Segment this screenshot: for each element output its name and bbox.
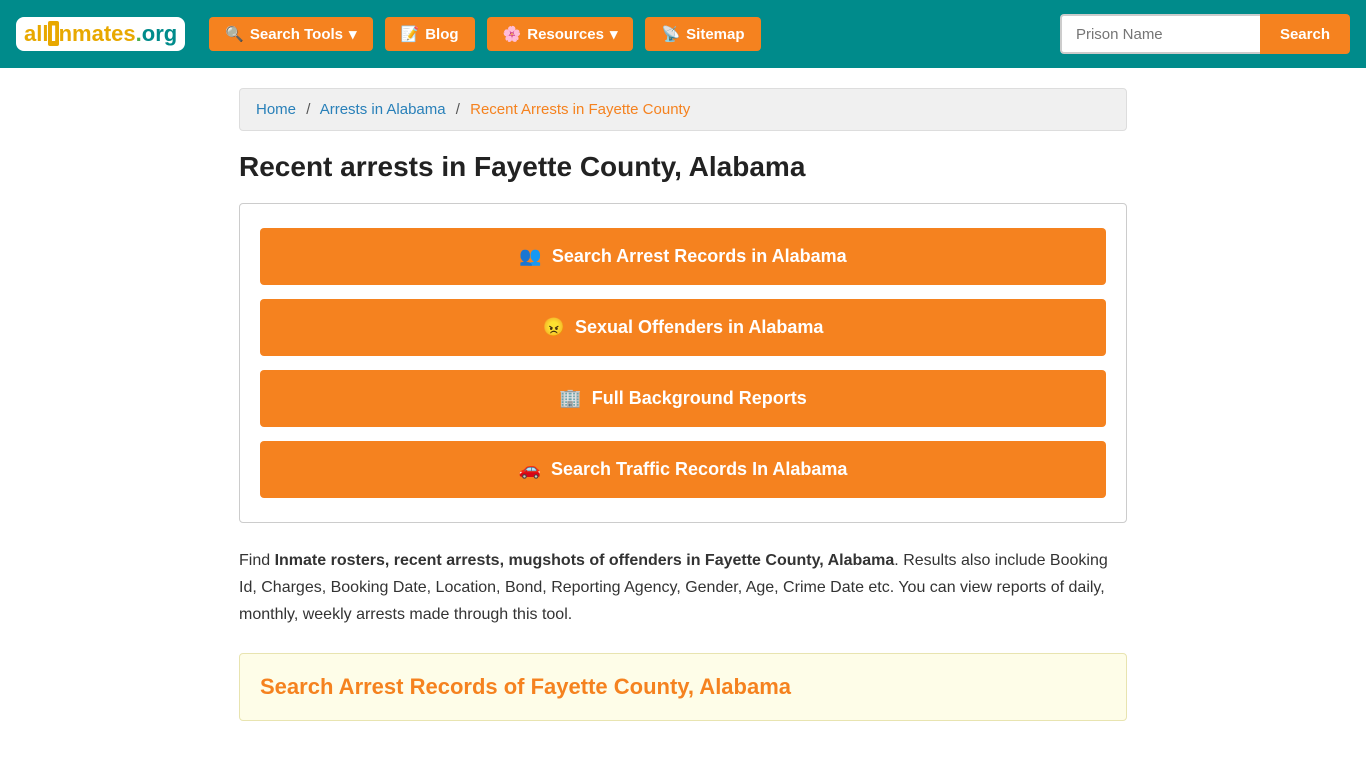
- header-search-area: Search: [1060, 14, 1350, 54]
- background-reports-label: Full Background Reports: [592, 388, 807, 409]
- logo-box: allInmates.org: [16, 17, 185, 51]
- breadcrumb-arrests-alabama[interactable]: Arrests in Alabama: [320, 101, 446, 118]
- logo-text: allInmates.org: [24, 21, 177, 47]
- breadcrumb-current: Recent Arrests in Fayette County: [470, 101, 690, 118]
- traffic-records-icon: 🚗: [519, 459, 541, 480]
- search-tools-button[interactable]: 🔍 Search Tools ▾: [209, 17, 372, 51]
- dropdown-icon: ▾: [349, 25, 357, 43]
- page-title: Recent arrests in Fayette County, Alabam…: [239, 151, 1127, 183]
- description-text: Find Inmate rosters, recent arrests, mug…: [239, 547, 1127, 629]
- logo[interactable]: allInmates.org: [16, 17, 185, 51]
- resources-dropdown-icon: ▾: [610, 25, 618, 43]
- site-header: allInmates.org 🔍 Search Tools ▾ 📝 Blog 🌸…: [0, 0, 1366, 68]
- bottom-section: Search Arrest Records of Fayette County,…: [239, 653, 1127, 721]
- search-arrest-icon: 👥: [519, 246, 541, 267]
- breadcrumb-sep-1: /: [306, 101, 310, 118]
- description-bold: Inmate rosters, recent arrests, mugshots…: [275, 552, 895, 569]
- sexual-offenders-button[interactable]: 😠 Sexual Offenders in Alabama: [260, 299, 1106, 356]
- search-arrest-label: Search Arrest Records in Alabama: [552, 246, 847, 267]
- search-button-label: Search: [1280, 26, 1330, 43]
- resources-icon: 🌸: [503, 25, 522, 43]
- breadcrumb-home[interactable]: Home: [256, 101, 296, 118]
- bottom-section-title: Search Arrest Records of Fayette County,…: [260, 674, 1106, 700]
- traffic-records-button[interactable]: 🚗 Search Traffic Records In Alabama: [260, 441, 1106, 498]
- header-search-button[interactable]: Search: [1260, 14, 1350, 54]
- search-tools-icon: 🔍: [225, 25, 244, 43]
- sitemap-button[interactable]: 📡 Sitemap: [645, 17, 760, 51]
- breadcrumb: Home / Arrests in Alabama / Recent Arres…: [239, 88, 1127, 131]
- description-intro: Find: [239, 552, 275, 569]
- search-tools-label: Search Tools: [250, 26, 343, 43]
- main-content: Home / Arrests in Alabama / Recent Arres…: [223, 68, 1143, 741]
- sexual-offenders-icon: 😠: [543, 317, 565, 338]
- blog-icon: 📝: [401, 25, 420, 43]
- sexual-offenders-label: Sexual Offenders in Alabama: [575, 317, 823, 338]
- resources-button[interactable]: 🌸 Resources ▾: [487, 17, 634, 51]
- resources-label: Resources: [527, 26, 604, 43]
- sitemap-icon: 📡: [661, 25, 680, 43]
- traffic-records-label: Search Traffic Records In Alabama: [551, 459, 847, 480]
- search-arrest-button[interactable]: 👥 Search Arrest Records in Alabama: [260, 228, 1106, 285]
- blog-button[interactable]: 📝 Blog: [385, 17, 475, 51]
- breadcrumb-sep-2: /: [456, 101, 460, 118]
- blog-label: Blog: [425, 26, 458, 43]
- background-reports-icon: 🏢: [559, 388, 581, 409]
- action-buttons-card: 👥 Search Arrest Records in Alabama 😠 Sex…: [239, 203, 1127, 523]
- background-reports-button[interactable]: 🏢 Full Background Reports: [260, 370, 1106, 427]
- prison-name-input[interactable]: [1060, 14, 1260, 54]
- sitemap-label: Sitemap: [686, 26, 744, 43]
